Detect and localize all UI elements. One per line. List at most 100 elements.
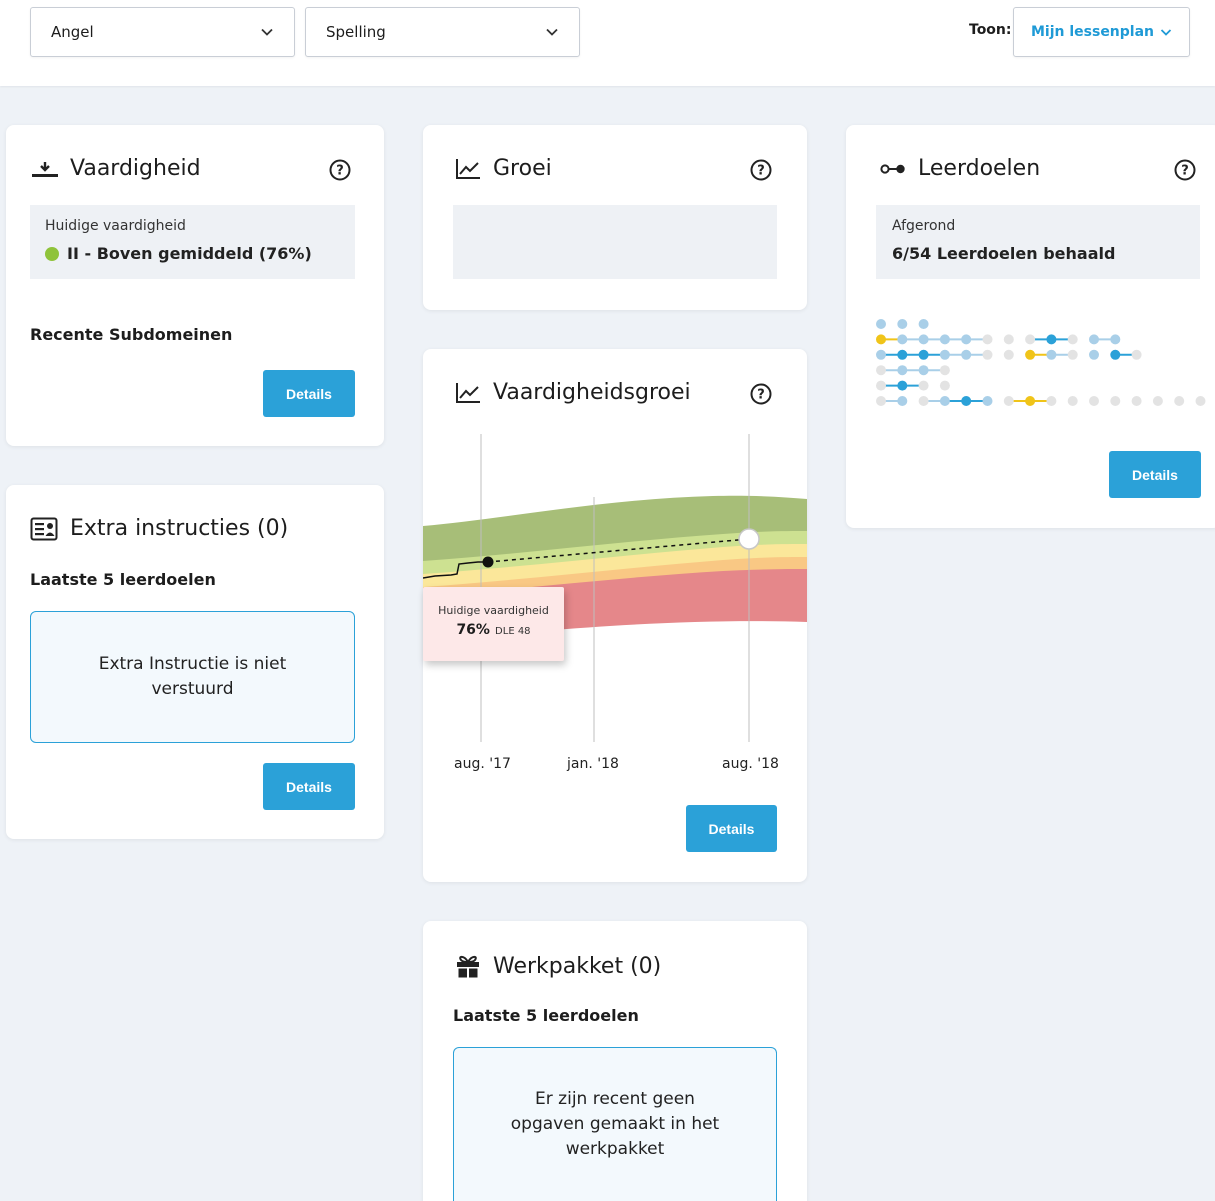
goal-dot bbox=[1025, 396, 1036, 406]
extra-instructions-empty-state: Extra Instructie is niet verstuurd bbox=[30, 611, 355, 743]
top-bar: Angel Spelling Toon: Mijn lessenplan bbox=[0, 0, 1215, 86]
tooltip-label: Huidige vaardigheid bbox=[438, 604, 549, 617]
goal-dot bbox=[1089, 349, 1099, 360]
goal-dot bbox=[1067, 396, 1078, 406]
goal-dot bbox=[1195, 396, 1206, 406]
student-select[interactable]: Angel bbox=[30, 7, 295, 57]
goal-dot bbox=[1110, 396, 1121, 406]
goal-dot bbox=[876, 349, 886, 360]
lesson-plan-dropdown[interactable]: Mijn lessenplan bbox=[1013, 7, 1190, 57]
goal-dot bbox=[918, 396, 929, 406]
goal-dot bbox=[1089, 396, 1099, 406]
goal-dot bbox=[897, 319, 908, 329]
line-chart-icon bbox=[456, 382, 480, 403]
goal-dot bbox=[876, 365, 886, 376]
goal-dot bbox=[897, 396, 908, 406]
extra-instructions-details-button[interactable]: Details bbox=[263, 763, 355, 810]
help-icon[interactable]: ? bbox=[750, 383, 772, 405]
current-skill-box: Huidige vaardigheid II - Boven gemiddeld… bbox=[30, 205, 355, 279]
goal-dot bbox=[1025, 349, 1036, 360]
leerdoelen-details-button[interactable]: Details bbox=[1109, 451, 1201, 498]
vaardigheid-details-button[interactable]: Details bbox=[263, 370, 355, 417]
goal-dot bbox=[918, 365, 929, 376]
status-dot bbox=[45, 246, 59, 261]
goal-dot bbox=[1174, 396, 1185, 406]
current-skill-tooltip: Huidige vaardigheid 76% DLE 48 bbox=[423, 587, 564, 661]
current-skill-label: Huidige vaardigheid bbox=[45, 218, 186, 234]
help-icon[interactable]: ? bbox=[750, 159, 772, 181]
werkpakket-title: Werkpakket (0) bbox=[493, 953, 662, 979]
werkpakket-empty-state: Er zijn recent geen opgaven gemaakt in h… bbox=[453, 1047, 777, 1201]
goal-dot bbox=[939, 349, 950, 360]
x-axis-label: jan. '18 bbox=[567, 756, 619, 772]
goal-dot bbox=[876, 396, 886, 406]
completed-label: Afgerond bbox=[892, 218, 956, 234]
werkpakket-heading: Werkpakket (0) bbox=[455, 953, 661, 979]
recent-subdomains-heading: Recente Subdomeinen bbox=[30, 325, 233, 344]
tooltip-value: 76% bbox=[456, 622, 490, 638]
goal-dot bbox=[961, 396, 972, 406]
current-point bbox=[482, 556, 494, 568]
instructions-list-icon bbox=[30, 517, 58, 540]
help-icon[interactable]: ? bbox=[1174, 159, 1196, 181]
gift-icon bbox=[457, 955, 479, 978]
svg-text:?: ? bbox=[1181, 164, 1189, 179]
vaardigheid-heading: Vaardigheid bbox=[32, 156, 201, 181]
groei-placeholder-box bbox=[453, 205, 777, 279]
goal-dot bbox=[897, 334, 908, 345]
student-select-value: Angel bbox=[51, 23, 94, 41]
current-skill-value: II - Boven gemiddeld (76%) bbox=[67, 244, 312, 263]
goal-dot bbox=[1152, 396, 1163, 406]
completed-value: 6/54 Leerdoelen behaald bbox=[892, 244, 1116, 263]
help-icon[interactable]: ? bbox=[329, 159, 351, 181]
tooltip-dle: DLE 48 bbox=[495, 626, 531, 637]
goal-dot bbox=[918, 319, 929, 329]
goal-dot bbox=[1046, 349, 1057, 360]
goal-dot bbox=[961, 349, 972, 360]
goal-dot bbox=[876, 334, 886, 345]
goal-dot bbox=[982, 334, 993, 345]
goal-dot bbox=[897, 365, 908, 376]
vaardigheidsgroei-heading: Vaardigheidsgroei bbox=[455, 380, 691, 405]
goal-dot bbox=[961, 334, 972, 345]
line-chart-icon bbox=[456, 158, 480, 179]
chevron-down-icon bbox=[546, 28, 558, 36]
vaardigheid-title: Vaardigheid bbox=[70, 156, 201, 181]
goal-dot bbox=[897, 380, 908, 391]
svg-text:?: ? bbox=[757, 164, 765, 179]
goal-dot bbox=[876, 380, 886, 391]
leerdoelen-title: Leerdoelen bbox=[918, 156, 1041, 181]
extra-instructions-title: Extra instructies (0) bbox=[70, 516, 289, 541]
goal-dot bbox=[918, 380, 929, 391]
goal-dot bbox=[1067, 349, 1078, 360]
goal-dot bbox=[1110, 349, 1121, 360]
x-axis-label: aug. '17 bbox=[454, 756, 511, 772]
groei-title: Groei bbox=[493, 156, 552, 181]
goal-dot bbox=[1003, 396, 1014, 406]
goal-dot bbox=[1046, 396, 1057, 406]
goal-dot bbox=[1089, 334, 1099, 345]
chevron-down-icon bbox=[261, 28, 273, 36]
goal-dot bbox=[1131, 396, 1142, 406]
chevron-down-icon bbox=[1160, 29, 1172, 36]
goal-dot bbox=[1067, 334, 1078, 345]
x-axis-label: aug. '18 bbox=[722, 756, 779, 772]
vaardigheidsgroei-details-button[interactable]: Details bbox=[686, 805, 777, 852]
extra-last-goals-heading: Laatste 5 leerdoelen bbox=[30, 570, 216, 589]
goal-dot bbox=[1046, 334, 1057, 345]
goal-dot bbox=[939, 380, 950, 391]
subject-select[interactable]: Spelling bbox=[305, 7, 580, 57]
groei-heading: Groei bbox=[455, 156, 552, 181]
target-point bbox=[738, 528, 760, 550]
goal-dot bbox=[939, 334, 950, 345]
goal-dot bbox=[982, 349, 993, 360]
werkpakket-last-goals-heading: Laatste 5 leerdoelen bbox=[453, 1006, 639, 1025]
werkpakket-empty-text: Er zijn recent geen opgaven gemaakt in h… bbox=[510, 1089, 720, 1159]
goal-dot bbox=[1003, 349, 1014, 360]
extra-instructions-heading: Extra instructies (0) bbox=[30, 516, 288, 541]
learning-goals-progress-grid bbox=[876, 319, 1206, 406]
lesson-plan-label: Mijn lessenplan bbox=[1030, 24, 1155, 40]
svg-text:?: ? bbox=[757, 388, 765, 403]
goal-dot bbox=[876, 319, 886, 329]
goal-dot bbox=[939, 365, 950, 376]
